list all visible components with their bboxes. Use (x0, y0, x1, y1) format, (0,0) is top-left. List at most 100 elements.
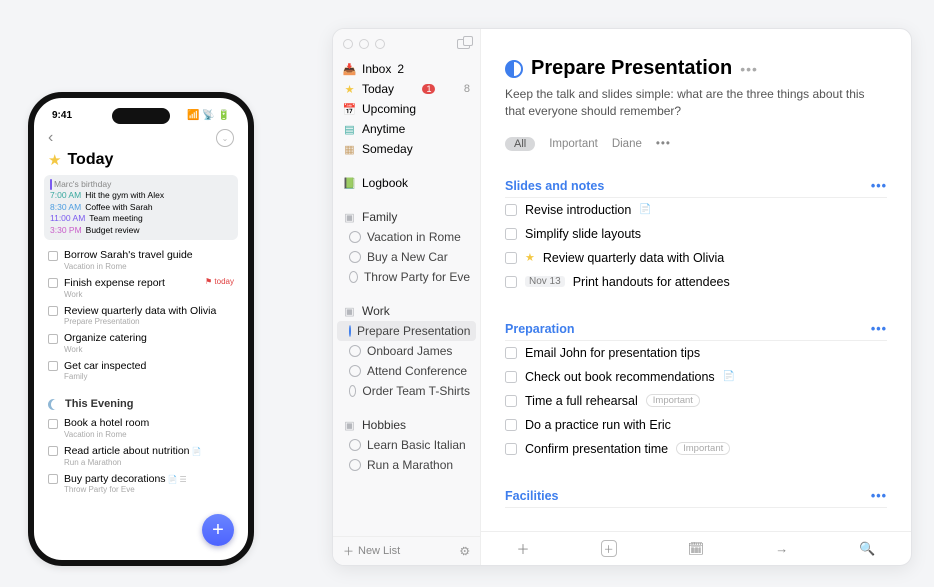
task-row[interactable]: Email John for presentation tips (505, 341, 887, 365)
task-row[interactable]: Review quarterly data with Olivia Prepar… (34, 302, 248, 330)
sidebar-project[interactable]: Buy a New Car (333, 247, 480, 267)
task-row[interactable]: Get car inspected Family (34, 357, 248, 385)
section: Slides and notes •••Revise introduction📄… (505, 179, 887, 294)
checkbox[interactable] (505, 443, 517, 455)
sidebar-project[interactable]: Run a Marathon (333, 455, 480, 475)
new-heading-icon[interactable]: ＋ (601, 540, 617, 557)
agenda-card[interactable]: Marc's birthday 7:00 AMHit the gym with … (44, 175, 238, 240)
sidebar-item-anytime[interactable]: ▤ Anytime (333, 119, 480, 139)
task-row[interactable]: Nov 13Print handouts for attendees (505, 270, 887, 294)
checkbox[interactable] (505, 252, 517, 264)
agenda-row: 11:00 AMTeam meeting (50, 213, 232, 224)
sidebar-project[interactable]: Prepare Presentation (337, 321, 476, 341)
settings-icon[interactable]: ⚙ (458, 546, 472, 557)
task-label: Revise introduction (525, 203, 631, 217)
task-row[interactable]: Check out book recommendations📄 (505, 365, 887, 389)
sidebar-project[interactable]: Attend Conference (333, 361, 480, 381)
minimize-icon[interactable] (359, 39, 369, 49)
new-todo-icon[interactable]: ＋ (517, 539, 530, 558)
checkbox[interactable] (48, 419, 58, 429)
project-title-row: Prepare Presentation ••• (505, 57, 887, 80)
task-row[interactable]: Confirm presentation timeImportant (505, 437, 887, 461)
checkbox[interactable] (505, 395, 517, 407)
more-circle-icon[interactable]: ⌄ (216, 129, 234, 147)
sidebar-project[interactable]: Onboard James (333, 341, 480, 361)
sidebar-project[interactable]: Order Team T-Shirts (333, 381, 480, 401)
agenda-time: 11:00 AM (50, 213, 85, 224)
sidebar-area[interactable]: ▣Family (333, 207, 480, 227)
task-row[interactable]: Read article about nutrition📄 Run a Mara… (34, 442, 248, 470)
section-more-icon[interactable]: ••• (871, 179, 887, 193)
tag-all[interactable]: All (505, 137, 535, 151)
task-label: Simplify slide layouts (525, 227, 641, 241)
task-row[interactable]: Book a hotel room Vacation in Rome (34, 414, 248, 442)
add-task-fab[interactable]: + (202, 514, 234, 546)
evening-header: This Evening (34, 384, 248, 414)
checkbox[interactable] (48, 251, 58, 261)
any-icon: ▤ (343, 123, 356, 136)
sidebar-label: Anytime (362, 122, 405, 136)
panes-icon[interactable] (457, 39, 470, 49)
task-title: Borrow Sarah's travel guide (64, 249, 234, 262)
section-more-icon[interactable]: ••• (871, 489, 887, 503)
project-label: Prepare Presentation (357, 324, 470, 338)
new-list-button[interactable]: ＋ New List (343, 543, 400, 559)
task-row[interactable]: Revise introduction📄 (505, 198, 887, 222)
task-row[interactable]: ★Review quarterly data with Olivia (505, 246, 887, 270)
sidebar-item-inbox[interactable]: 📥Inbox2 (333, 59, 480, 79)
sidebar-project[interactable]: Vacation in Rome (333, 227, 480, 247)
sidebar-project[interactable]: Learn Basic Italian (333, 435, 480, 455)
sidebar-project[interactable]: Throw Party for Eve (333, 267, 480, 287)
checkbox[interactable] (505, 204, 517, 216)
section-header[interactable]: Facilities ••• (505, 489, 887, 508)
task-row[interactable]: Simplify slide layouts (505, 222, 887, 246)
phone-title: Today (67, 151, 113, 169)
tag-pill: Important (646, 394, 700, 407)
sidebar-item-today[interactable]: ★Today18 (333, 79, 480, 99)
task-subtitle: Prepare Presentation (64, 317, 234, 326)
checkbox[interactable] (505, 419, 517, 431)
move-icon[interactable]: → (775, 541, 788, 556)
task-label: Confirm presentation time (525, 442, 668, 456)
task-row[interactable]: Do a practice run with Eric (505, 413, 887, 437)
project-notes[interactable]: Keep the talk and slides simple: what ar… (505, 86, 887, 121)
task-row[interactable]: Organize catering Work (34, 329, 248, 357)
section-header[interactable]: Slides and notes ••• (505, 179, 887, 198)
sidebar-area[interactable]: ▣Work (333, 301, 480, 321)
checkbox[interactable] (48, 474, 58, 484)
task-row[interactable]: Borrow Sarah's travel guide Vacation in … (34, 246, 248, 274)
sidebar-item-upcoming[interactable]: 📅Upcoming (333, 99, 480, 119)
project-more-icon[interactable]: ••• (740, 61, 758, 77)
sidebar-area[interactable]: ▣Hobbies (333, 415, 480, 435)
project-icon (349, 459, 361, 471)
sidebar-item-logbook[interactable]: 📗 Logbook (333, 173, 480, 193)
tag-more-icon[interactable]: ••• (656, 138, 671, 150)
back-chevron-icon[interactable]: ‹ (48, 130, 53, 146)
agenda-time: 7:00 AM (50, 190, 81, 201)
task-row[interactable]: Finish expense report Work ⚑ today (34, 274, 248, 302)
when-icon[interactable]: 🗓 (688, 541, 705, 557)
checkbox[interactable] (505, 228, 517, 240)
section-more-icon[interactable]: ••• (871, 322, 887, 336)
tag-important[interactable]: Important (549, 138, 598, 150)
checkbox[interactable] (505, 371, 517, 383)
checkbox[interactable] (505, 276, 517, 288)
checkbox[interactable] (48, 361, 58, 371)
checkbox[interactable] (505, 347, 517, 359)
task-row[interactable]: Buy party decorations📄☰ Throw Party for … (34, 470, 248, 498)
sidebar-item-someday[interactable]: ▦Someday (333, 139, 480, 159)
task-subtitle: Vacation in Rome (64, 262, 234, 271)
checkbox[interactable] (48, 446, 58, 456)
checkbox[interactable] (48, 334, 58, 344)
project-label: Order Team T-Shirts (362, 384, 470, 398)
task-title: Read article about nutrition📄 (64, 445, 234, 458)
search-icon[interactable]: 🔍 (859, 541, 875, 557)
task-row[interactable]: Time a full rehearsalImportant (505, 389, 887, 413)
close-icon[interactable] (343, 39, 353, 49)
section-header[interactable]: Preparation ••• (505, 322, 887, 341)
new-list-label: New List (358, 545, 400, 557)
zoom-icon[interactable] (375, 39, 385, 49)
tag-diane[interactable]: Diane (612, 138, 642, 150)
checkbox[interactable] (48, 278, 58, 288)
checkbox[interactable] (48, 306, 58, 316)
